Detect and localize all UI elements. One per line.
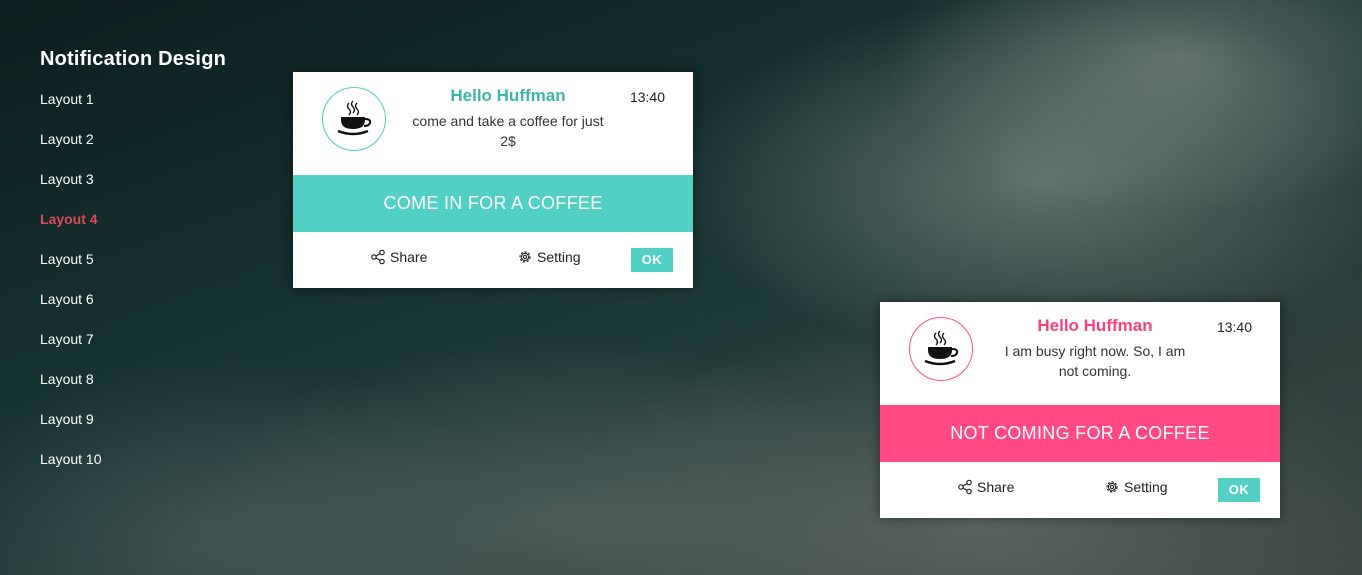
nav-item-layout-5[interactable]: Layout 5 bbox=[40, 246, 280, 286]
notification-message: come and take a coffee for just 2$ bbox=[412, 113, 604, 149]
ok-button[interactable]: OK bbox=[631, 248, 673, 272]
notification-header: Hello Huffman I am busy right now. So, I… bbox=[880, 302, 1280, 405]
notification-time: 13:40 bbox=[1216, 319, 1252, 335]
notification-time: 13:40 bbox=[629, 89, 665, 105]
notification-header: Hello Huffman come and take a coffee for… bbox=[293, 72, 693, 175]
layout-nav: Layout 1 Layout 2 Layout 3 Layout 4 Layo… bbox=[40, 86, 280, 486]
sidebar: Notification Design Layout 1 Layout 2 La… bbox=[40, 46, 280, 486]
notification-footer: Share Setting OK bbox=[293, 232, 693, 288]
share-label: Share bbox=[390, 249, 428, 265]
gear-icon bbox=[519, 251, 531, 263]
avatar bbox=[909, 317, 973, 381]
nav-item-layout-2[interactable]: Layout 2 bbox=[40, 126, 280, 166]
avatar bbox=[322, 87, 386, 151]
sidebar-title: Notification Design bbox=[40, 48, 227, 70]
setting-label: Setting bbox=[1124, 479, 1168, 495]
nav-item-layout-6[interactable]: Layout 6 bbox=[40, 286, 280, 326]
ok-button[interactable]: OK bbox=[1218, 478, 1260, 502]
share-label: Share bbox=[977, 479, 1015, 495]
setting-label: Setting bbox=[537, 249, 581, 265]
nav-item-layout-4[interactable]: Layout 4 bbox=[40, 206, 280, 246]
coffee-cup-icon bbox=[337, 100, 372, 136]
action-banner[interactable]: NOT COMING FOR A COFFEE bbox=[880, 405, 1280, 462]
nav-item-layout-7[interactable]: Layout 7 bbox=[40, 326, 280, 366]
nav-item-layout-3[interactable]: Layout 3 bbox=[40, 166, 280, 206]
nav-item-layout-10[interactable]: Layout 10 bbox=[40, 446, 280, 486]
nav-item-layout-9[interactable]: Layout 9 bbox=[40, 406, 280, 446]
notification-card: Hello Huffman I am busy right now. So, I… bbox=[880, 302, 1280, 518]
share-icon bbox=[371, 249, 385, 265]
notification-card: Hello Huffman come and take a coffee for… bbox=[293, 72, 693, 288]
share-button[interactable]: Share bbox=[957, 479, 1014, 495]
share-icon bbox=[958, 479, 972, 495]
nav-item-layout-8[interactable]: Layout 8 bbox=[40, 366, 280, 406]
sender-name: Hello Huffman bbox=[450, 86, 566, 105]
action-banner[interactable]: COME IN FOR A COFFEE bbox=[293, 175, 693, 232]
sender-name: Hello Huffman bbox=[1037, 316, 1153, 335]
coffee-cup-icon bbox=[924, 330, 959, 366]
notification-footer: Share Setting OK bbox=[880, 462, 1280, 518]
setting-button[interactable]: Setting bbox=[1104, 479, 1168, 495]
gear-icon bbox=[1106, 481, 1118, 493]
share-button[interactable]: Share bbox=[370, 249, 427, 265]
setting-button[interactable]: Setting bbox=[517, 249, 581, 265]
nav-item-layout-1[interactable]: Layout 1 bbox=[40, 86, 280, 126]
notification-message: I am busy right now. So, I am not coming… bbox=[1004, 343, 1186, 379]
